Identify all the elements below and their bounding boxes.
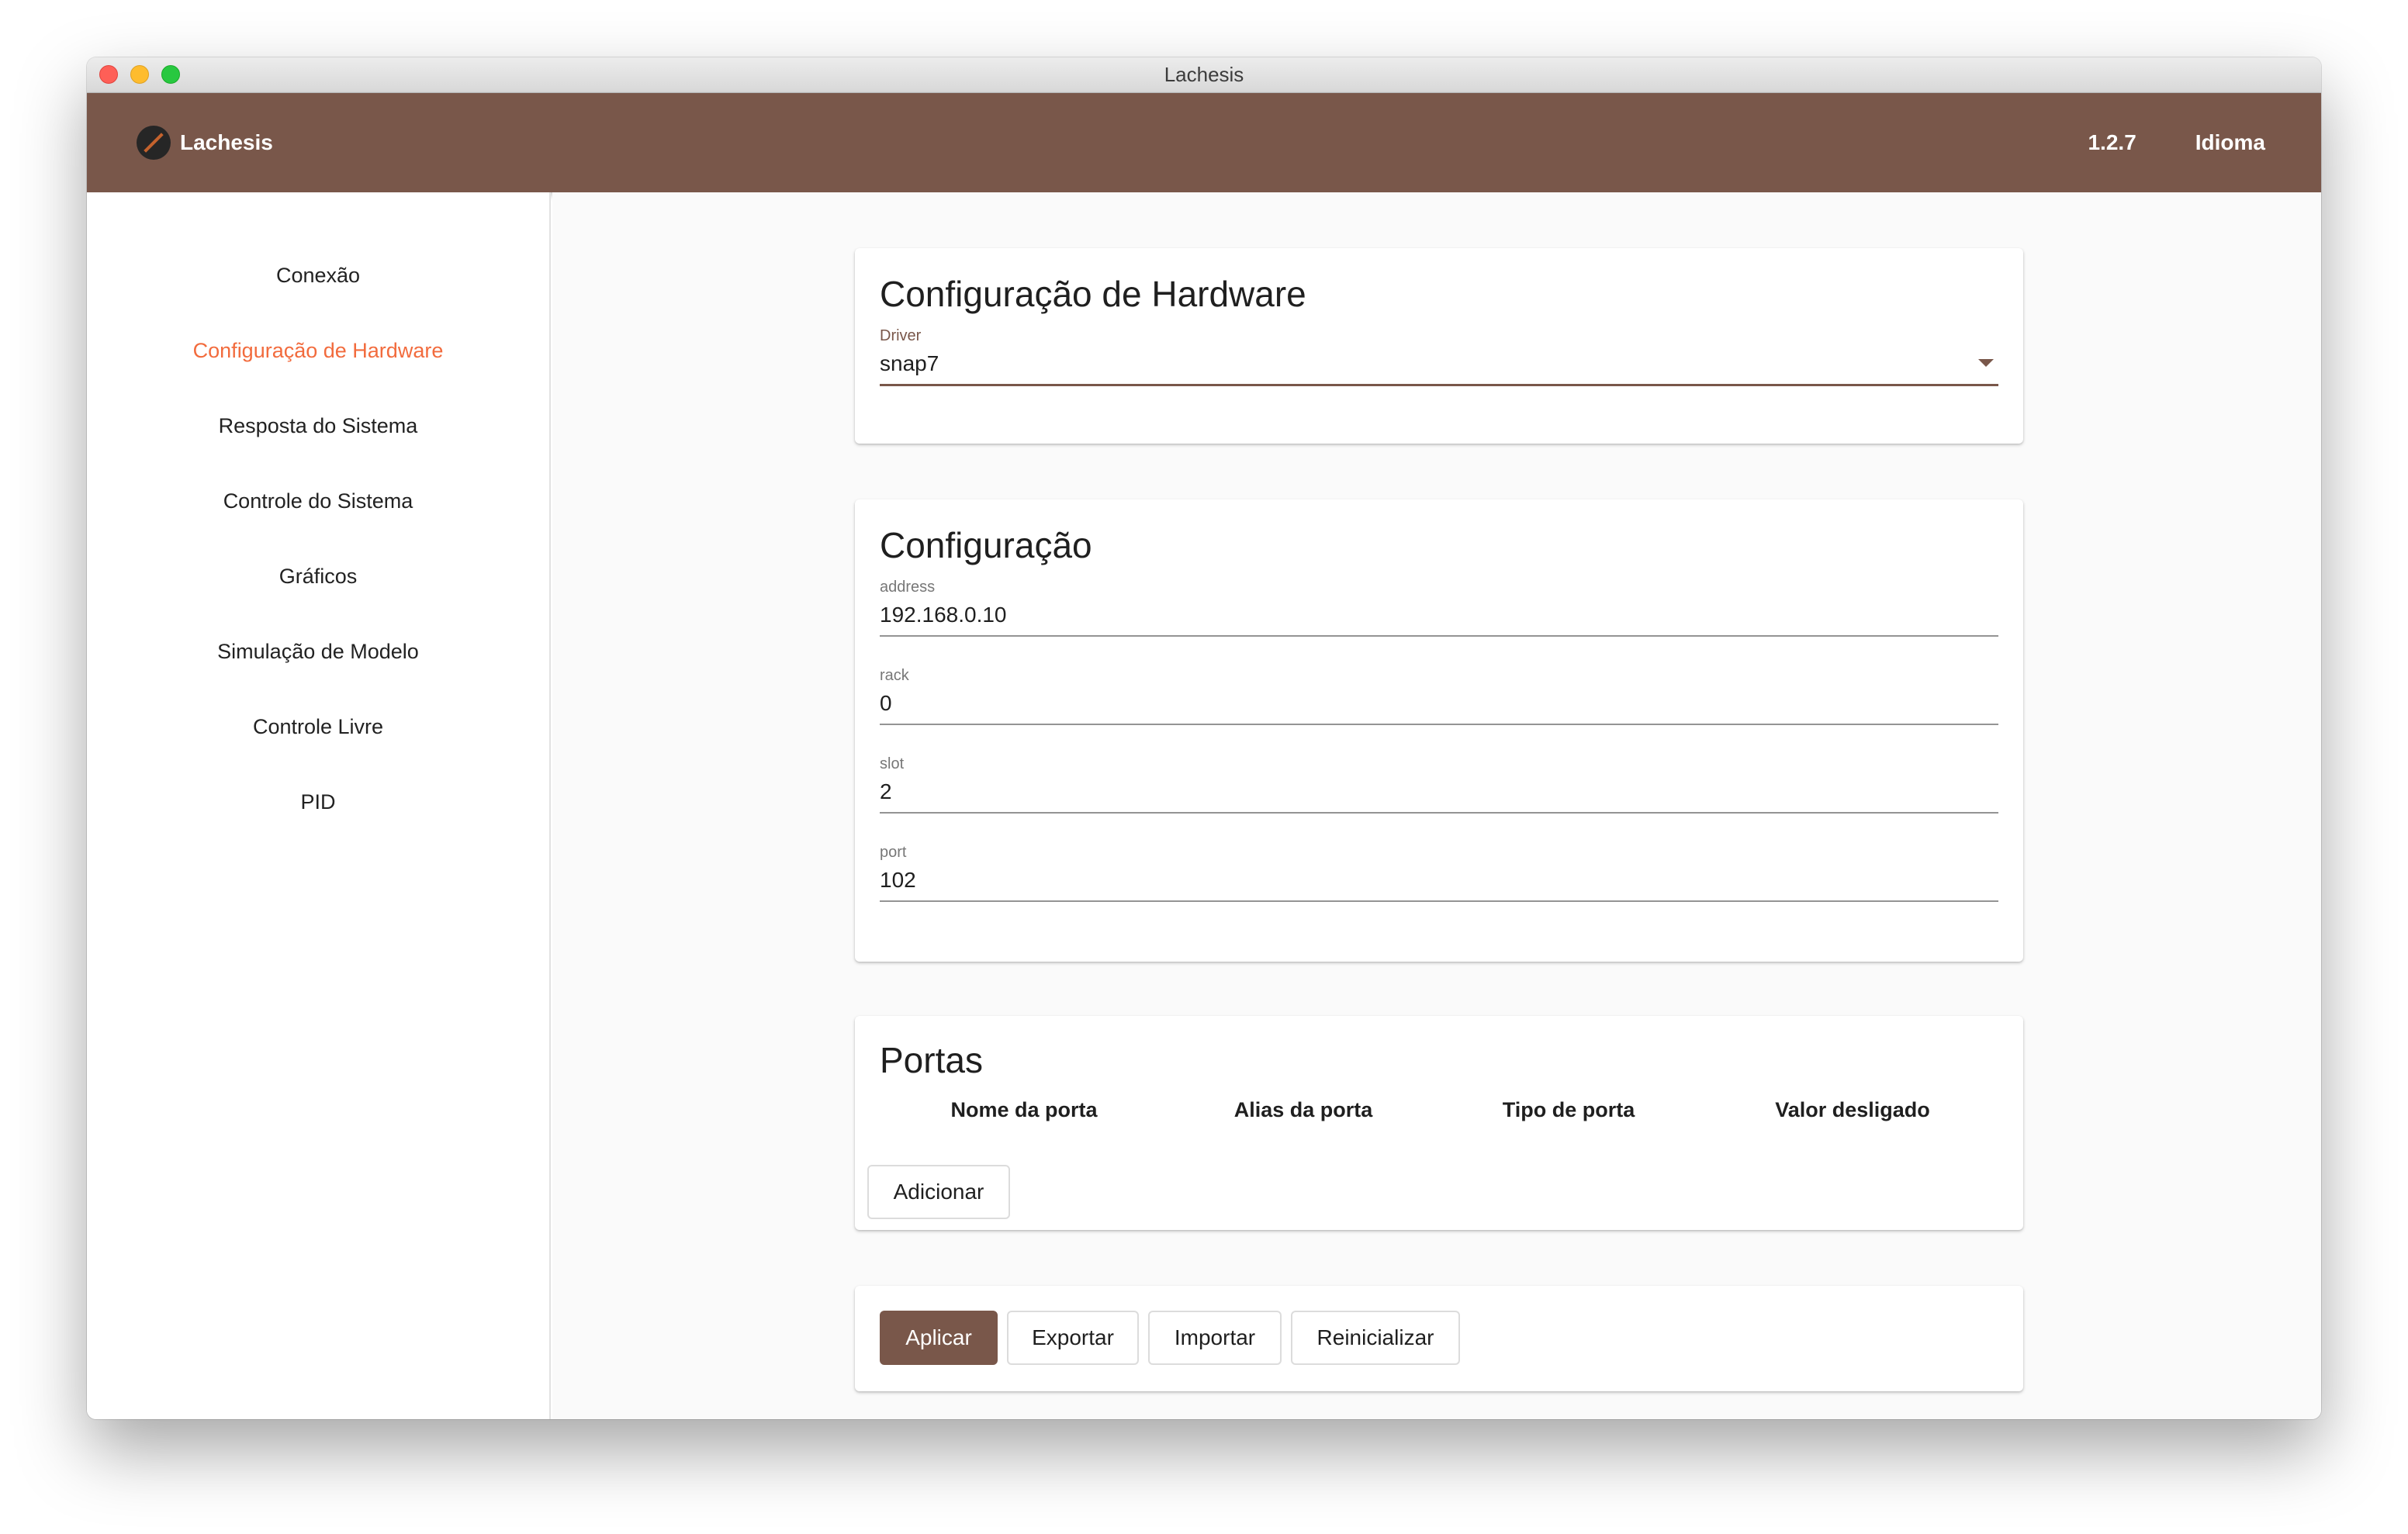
port-input[interactable] bbox=[880, 862, 1998, 902]
column-header-off-value: Valor desligado bbox=[1775, 1098, 1930, 1121]
dropdown-arrow-icon[interactable] bbox=[1978, 359, 1994, 367]
export-button[interactable]: Exportar bbox=[1007, 1311, 1139, 1365]
ports-card: Portas Nome da porta Alias da porta Tipo… bbox=[855, 1016, 2023, 1230]
port-field[interactable]: port bbox=[880, 844, 1998, 902]
sidebar-item-resposta-do-sistema[interactable]: Resposta do Sistema bbox=[87, 414, 549, 438]
minimize-window-button[interactable] bbox=[130, 65, 149, 84]
zoom-window-button[interactable] bbox=[161, 65, 180, 84]
ports-title: Portas bbox=[880, 1040, 983, 1080]
reset-button[interactable]: Reinicializar bbox=[1291, 1311, 1460, 1365]
close-window-button[interactable] bbox=[99, 65, 118, 84]
hardware-config-title: Configuração de Hardware bbox=[880, 274, 1306, 314]
app-name: Lachesis bbox=[180, 130, 273, 154]
sidebar-nav: Conexão Configuração de Hardware Respost… bbox=[87, 192, 551, 1419]
app-window: Lachesis Lachesis 1.2.7 Idioma Conexão C… bbox=[87, 57, 2321, 1419]
column-header-port-alias: Alias da porta bbox=[1233, 1098, 1373, 1121]
import-button[interactable]: Importar bbox=[1148, 1311, 1282, 1365]
app-logo-icon bbox=[137, 126, 171, 160]
slot-field[interactable]: slot bbox=[880, 755, 1998, 814]
driver-label: Driver bbox=[880, 327, 922, 344]
port-label: port bbox=[880, 844, 907, 861]
sidebar-item-configuracao-de-hardware[interactable]: Configuração de Hardware bbox=[87, 339, 549, 363]
language-button[interactable]: Idioma bbox=[2195, 130, 2265, 155]
rack-field[interactable]: rack bbox=[880, 667, 1998, 725]
sidebar-item-controle-do-sistema[interactable]: Controle do Sistema bbox=[87, 489, 549, 513]
driver-value[interactable]: snap7 bbox=[880, 345, 1998, 386]
address-label: address bbox=[880, 579, 936, 596]
column-header-port-type: Tipo de porta bbox=[1502, 1098, 1635, 1121]
sidebar-item-controle-livre[interactable]: Controle Livre bbox=[87, 715, 549, 739]
column-header-port-name: Nome da porta bbox=[950, 1098, 1098, 1121]
rack-label: rack bbox=[880, 667, 909, 684]
hardware-config-card: Configuração de Hardware Driver snap7 bbox=[855, 248, 2023, 444]
window-title: Lachesis bbox=[1164, 63, 1244, 86]
sidebar-item-graficos[interactable]: Gráficos bbox=[87, 565, 549, 589]
address-input[interactable] bbox=[880, 596, 1998, 637]
slot-label: slot bbox=[880, 755, 905, 772]
add-port-button[interactable]: Adicionar bbox=[867, 1165, 1010, 1219]
actions-card: Aplicar Exportar Importar Reinicializar bbox=[855, 1286, 2023, 1391]
version-label: 1.2.7 bbox=[2088, 130, 2136, 154]
window-controls bbox=[99, 65, 180, 84]
driver-select[interactable]: Driver snap7 bbox=[880, 327, 1998, 386]
app-header: Lachesis 1.2.7 Idioma bbox=[87, 93, 2321, 192]
driver-selected-value: snap7 bbox=[880, 351, 939, 375]
apply-button[interactable]: Aplicar bbox=[880, 1311, 998, 1365]
slot-input[interactable] bbox=[880, 773, 1998, 814]
sidebar-item-conexao[interactable]: Conexão bbox=[87, 264, 549, 288]
configuration-card: Configuração address rack slot port bbox=[855, 499, 2023, 962]
configuration-title: Configuração bbox=[880, 525, 1092, 565]
sidebar-item-simulacao-de-modelo[interactable]: Simulação de Modelo bbox=[87, 640, 549, 664]
address-field[interactable]: address bbox=[880, 579, 1998, 637]
title-bar: Lachesis bbox=[87, 57, 2321, 93]
rack-input[interactable] bbox=[880, 685, 1998, 725]
sidebar-item-pid[interactable]: PID bbox=[87, 790, 549, 814]
